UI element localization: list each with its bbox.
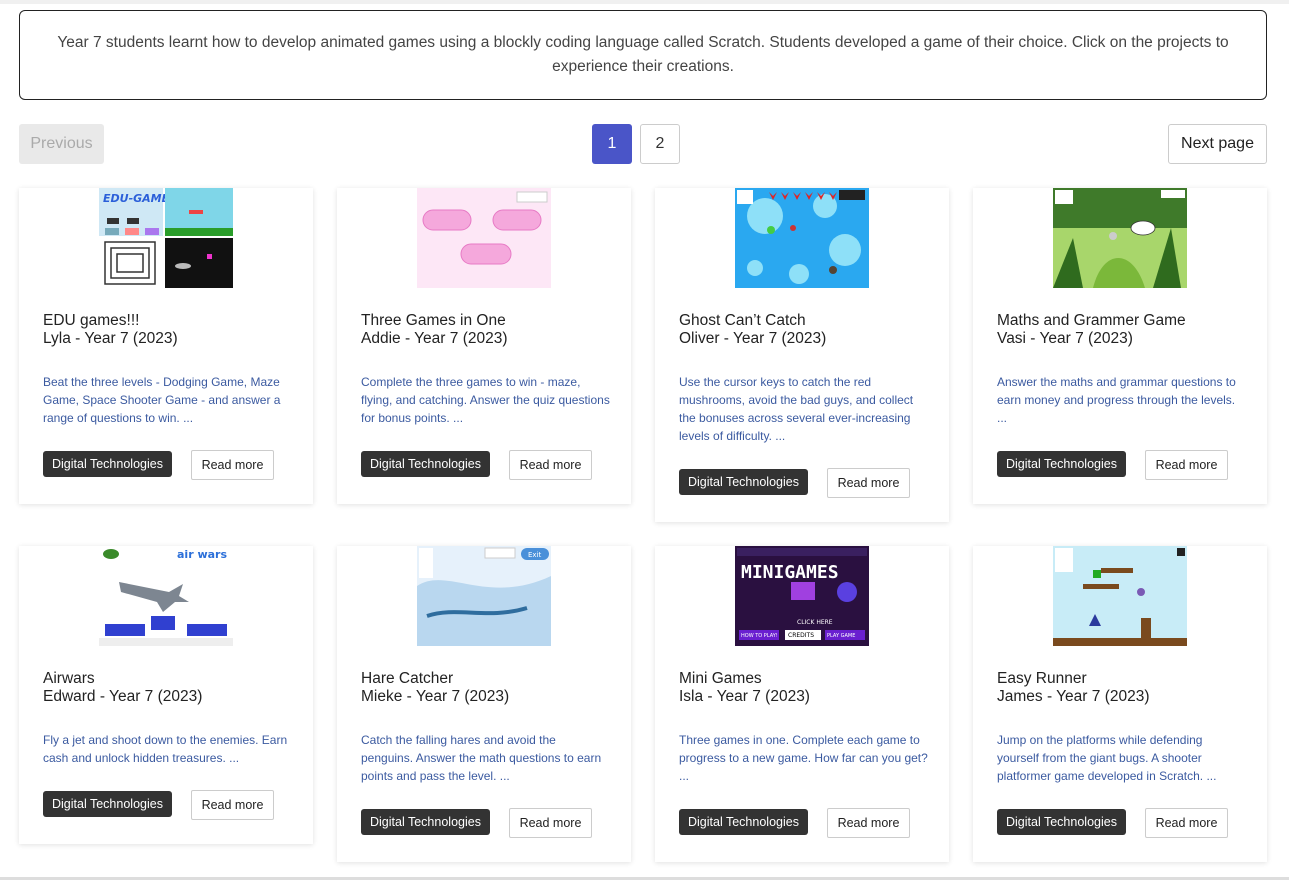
project-author: Vasi - Year 7 (2023) bbox=[997, 330, 1133, 347]
read-more-button[interactable]: Read more bbox=[509, 450, 592, 480]
project-title[interactable]: Ghost Can’t Catch bbox=[679, 312, 929, 330]
project-title[interactable]: Hare Catcher bbox=[361, 670, 611, 688]
project-card[interactable]: Maths and Grammer Game Vasi - Year 7 (20… bbox=[973, 188, 1267, 504]
ghost-thumbnail-icon[interactable] bbox=[735, 188, 869, 288]
minigames-thumbnail-sub: CLICK HERE bbox=[797, 619, 833, 626]
category-tag[interactable]: Digital Technologies bbox=[361, 809, 490, 835]
read-more-button[interactable]: Read more bbox=[827, 808, 910, 838]
card-title[interactable]: Mini Games Isla - Year 7 (2023) bbox=[679, 670, 929, 706]
project-description: Fly a jet and shoot down to the enemies.… bbox=[43, 733, 288, 765]
runner-thumbnail-icon[interactable] bbox=[1053, 546, 1187, 646]
minigames-thumbnail-btn1: HOW TO PLAY! bbox=[741, 633, 778, 639]
intro-text: Year 7 students learnt how to develop an… bbox=[57, 34, 1229, 75]
minigames-thumbnail-title: MINIGAMES bbox=[741, 562, 839, 583]
project-author: James - Year 7 (2023) bbox=[997, 688, 1150, 705]
project-description: Beat the three levels - Dodging Game, Ma… bbox=[43, 375, 281, 425]
project-title[interactable]: Mini Games bbox=[679, 670, 929, 688]
project-author: Oliver - Year 7 (2023) bbox=[679, 330, 827, 347]
snow-thumbnail-icon[interactable]: Exit bbox=[417, 546, 551, 646]
project-title[interactable]: Three Games in One bbox=[361, 312, 611, 330]
page: Year 7 students learnt how to develop an… bbox=[0, 0, 1289, 880]
project-card[interactable]: Ghost Can’t Catch Oliver - Year 7 (2023)… bbox=[655, 188, 949, 522]
category-tag[interactable]: Digital Technologies bbox=[997, 809, 1126, 835]
card-title[interactable]: Maths and Grammer Game Vasi - Year 7 (20… bbox=[997, 312, 1247, 348]
project-card[interactable]: air wars Airwars Edward - Year 7 (2023) … bbox=[19, 546, 313, 844]
card-title[interactable]: Ghost Can’t Catch Oliver - Year 7 (2023) bbox=[679, 312, 929, 348]
project-author: Lyla - Year 7 (2023) bbox=[43, 330, 178, 347]
category-tag[interactable]: Digital Technologies bbox=[361, 451, 490, 477]
page-1-button[interactable]: 1 bbox=[592, 124, 632, 164]
card-title[interactable]: Airwars Edward - Year 7 (2023) bbox=[43, 670, 293, 706]
read-more-button[interactable]: Read more bbox=[509, 808, 592, 838]
card-title[interactable]: Three Games in One Addie - Year 7 (2023) bbox=[361, 312, 611, 348]
previous-button[interactable]: Previous bbox=[19, 124, 104, 164]
pagination: 1 2 bbox=[592, 124, 680, 164]
edu-games-thumbnail-icon[interactable]: EDU-GAMES bbox=[99, 188, 233, 288]
category-tag[interactable]: Digital Technologies bbox=[679, 469, 808, 495]
airwars-thumbnail-text: air wars bbox=[177, 548, 227, 561]
category-tag[interactable]: Digital Technologies bbox=[43, 451, 172, 477]
project-card[interactable]: Exit Hare Catcher Mieke - Year 7 (2023) … bbox=[337, 546, 631, 862]
category-tag[interactable]: Digital Technologies bbox=[679, 809, 808, 835]
project-title[interactable]: EDU games!!! bbox=[43, 312, 293, 330]
project-card[interactable]: MINIGAMES CLICK HERE HOW TO PLAY! CREDIT… bbox=[655, 546, 949, 862]
project-card[interactable]: Three Games in One Addie - Year 7 (2023)… bbox=[337, 188, 631, 504]
project-card[interactable]: EDU-GAMES EDU games!!! Lyla - Year 7 (20… bbox=[19, 188, 313, 504]
project-description: Complete the three games to win - maze, … bbox=[361, 375, 610, 425]
intro-box: Year 7 students learnt how to develop an… bbox=[19, 10, 1267, 100]
read-more-button[interactable]: Read more bbox=[1145, 450, 1228, 480]
read-more-button[interactable]: Read more bbox=[191, 450, 274, 480]
read-more-button[interactable]: Read more bbox=[827, 468, 910, 498]
category-tag[interactable]: Digital Technologies bbox=[997, 451, 1126, 477]
project-description: Catch the falling hares and avoid the pe… bbox=[361, 733, 602, 783]
top-strip bbox=[0, 0, 1289, 4]
jungle-thumbnail-icon[interactable] bbox=[1053, 188, 1187, 288]
read-more-button[interactable]: Read more bbox=[1145, 808, 1228, 838]
project-title[interactable]: Easy Runner bbox=[997, 670, 1247, 688]
project-card[interactable]: Easy Runner James - Year 7 (2023) Jump o… bbox=[973, 546, 1267, 862]
minigames-thumbnail-btn2: CREDITS bbox=[788, 632, 814, 639]
exit-thumbnail-text: Exit bbox=[528, 551, 542, 559]
project-title[interactable]: Airwars bbox=[43, 670, 293, 688]
card-title[interactable]: EDU games!!! Lyla - Year 7 (2023) bbox=[43, 312, 293, 348]
three-games-thumbnail-icon[interactable] bbox=[417, 188, 551, 288]
card-title[interactable]: Hare Catcher Mieke - Year 7 (2023) bbox=[361, 670, 611, 706]
project-description: Answer the maths and grammar questions t… bbox=[997, 375, 1236, 425]
project-description: Three games in one. Complete each game t… bbox=[679, 733, 928, 783]
project-author: Edward - Year 7 (2023) bbox=[43, 688, 203, 705]
minigames-thumbnail-icon[interactable]: MINIGAMES CLICK HERE HOW TO PLAY! CREDIT… bbox=[735, 546, 869, 646]
next-page-button[interactable]: Next page bbox=[1168, 124, 1267, 164]
project-description: Jump on the platforms while defending yo… bbox=[997, 733, 1217, 783]
project-author: Isla - Year 7 (2023) bbox=[679, 688, 810, 705]
category-tag[interactable]: Digital Technologies bbox=[43, 791, 172, 817]
page-2-button[interactable]: 2 bbox=[640, 124, 680, 164]
read-more-button[interactable]: Read more bbox=[191, 790, 274, 820]
minigames-thumbnail-btn3: PLAY GAME bbox=[827, 633, 855, 639]
project-title[interactable]: Maths and Grammer Game bbox=[997, 312, 1247, 330]
project-author: Mieke - Year 7 (2023) bbox=[361, 688, 510, 705]
project-description: Use the cursor keys to catch the red mus… bbox=[679, 375, 914, 443]
project-author: Addie - Year 7 (2023) bbox=[361, 330, 508, 347]
card-title[interactable]: Easy Runner James - Year 7 (2023) bbox=[997, 670, 1247, 706]
airwars-thumbnail-icon[interactable]: air wars bbox=[99, 546, 233, 646]
